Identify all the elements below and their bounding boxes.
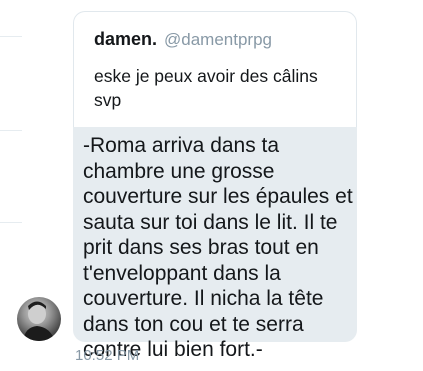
- quoted-tweet-handle: @damentprpg: [164, 30, 272, 49]
- profile-photo-icon: [23, 301, 55, 341]
- dm-conversation: damen. @damentprpg eske je peux avoir de…: [0, 0, 423, 371]
- quoted-tweet-display-name: damen.: [94, 29, 158, 49]
- avatar[interactable]: [17, 297, 61, 341]
- message-timestamp: 10:52 PM: [75, 347, 140, 364]
- divider: [0, 222, 22, 223]
- quoted-tweet-card[interactable]: damen. @damentprpg eske je peux avoir de…: [73, 11, 357, 128]
- message-bubble: -Roma arriva dans ta chambre une grosse …: [73, 127, 357, 361]
- divider: [0, 36, 22, 37]
- quoted-tweet-text: eske je peux avoir des câlins svp: [94, 66, 318, 110]
- message-text: -Roma arriva dans ta chambre une grosse …: [83, 134, 353, 361]
- divider: [0, 130, 22, 131]
